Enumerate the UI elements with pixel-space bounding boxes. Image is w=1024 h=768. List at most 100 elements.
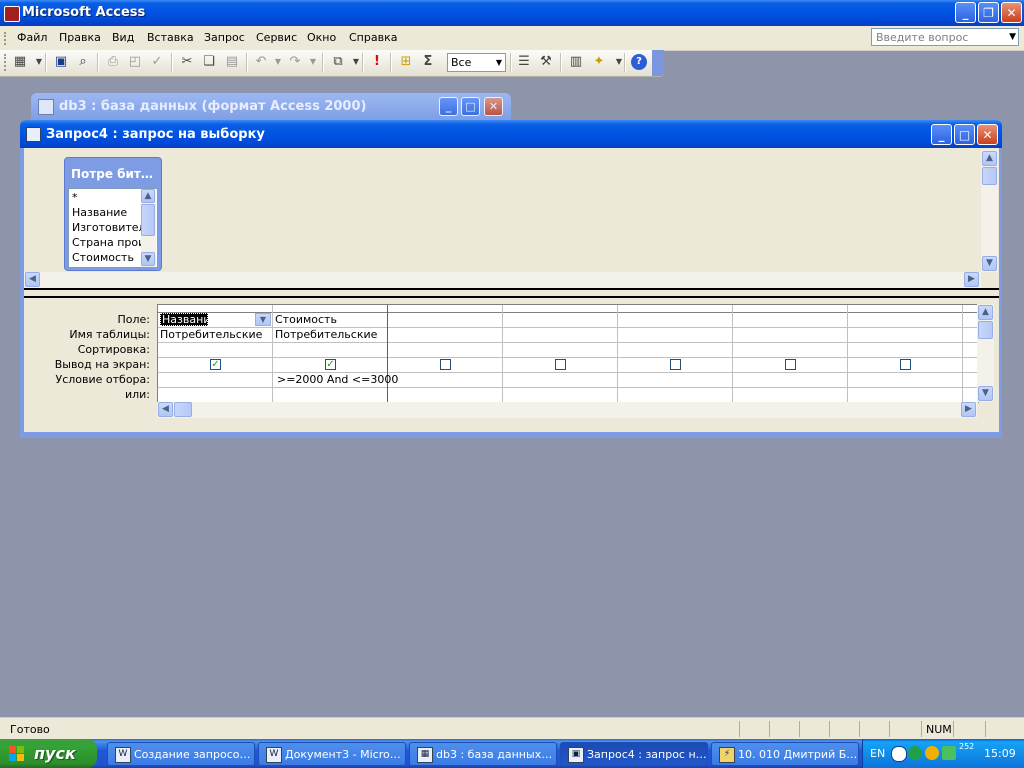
minimize-icon[interactable]: _ [955, 2, 976, 23]
table-pane-vscroll[interactable]: ▲ ▼ [981, 150, 998, 272]
scroll-thumb[interactable] [141, 204, 155, 236]
start-button[interactable]: пуск [0, 739, 97, 768]
scroll-down-icon[interactable]: ▼ [141, 252, 155, 266]
menu-window[interactable]: Окно [307, 31, 336, 44]
close-icon[interactable]: ✕ [977, 124, 998, 145]
scroll-down-icon[interactable]: ▼ [982, 256, 997, 271]
scroll-up-icon[interactable]: ▲ [982, 151, 997, 166]
taskbar-item[interactable]: W Создание запросо… [107, 742, 255, 766]
show-checkbox[interactable] [670, 359, 681, 370]
grid-table-cell[interactable]: Потребительские [275, 328, 377, 341]
chevron-down-icon[interactable]: ▼ [1009, 32, 1016, 42]
maximize-icon[interactable]: □ [954, 124, 975, 145]
taskbar-item[interactable]: ▦ db3 : база данных… [409, 742, 557, 766]
access-app-icon[interactable] [4, 6, 20, 22]
show-checkbox[interactable] [900, 359, 911, 370]
scroll-thumb[interactable] [982, 167, 997, 185]
file-search-icon[interactable]: ⌕ [75, 54, 91, 70]
taskbar-item[interactable]: ⚡ 10. 010 Дмитрий Б… [711, 742, 859, 766]
menu-help[interactable]: Справка [349, 31, 397, 44]
grid-vscroll[interactable]: ▲ ▼ [977, 304, 994, 402]
grid-table-cell[interactable]: Потребительские [160, 328, 262, 341]
pane-splitter[interactable] [24, 288, 999, 298]
cut-icon[interactable]: ✂ [179, 54, 195, 70]
maximize-icon[interactable]: □ [461, 97, 480, 116]
undo-icon[interactable]: ↶ [253, 54, 269, 70]
show-checkbox[interactable] [555, 359, 566, 370]
field-list[interactable]: * Название Изготовител Страна прои: Стои… [68, 188, 158, 268]
scroll-right-icon[interactable]: ▶ [961, 402, 976, 417]
print-preview-icon[interactable]: ◰ [127, 54, 143, 70]
menu-view[interactable]: Вид [112, 31, 134, 44]
language-indicator[interactable]: EN [870, 747, 885, 760]
messenger-icon[interactable] [925, 746, 939, 760]
show-table-icon[interactable]: ⊞ [398, 54, 414, 70]
show-checkbox[interactable] [440, 359, 451, 370]
query-window-title-bar[interactable]: Запрос4 : запрос на выборку _ □ ✕ [20, 120, 1002, 148]
grid-field-cell[interactable]: Название [160, 313, 208, 326]
field-list-item[interactable]: Изготовител [72, 221, 146, 234]
redo-dropdown-icon[interactable]: ▼ [305, 54, 321, 70]
menu-file[interactable]: Файл [17, 31, 47, 44]
scroll-thumb[interactable] [174, 402, 192, 417]
table-pane[interactable] [24, 148, 999, 288]
chevron-down-icon[interactable]: ▼ [255, 313, 271, 326]
scroll-down-icon[interactable]: ▼ [978, 386, 993, 401]
show-checkbox[interactable]: ✓ [210, 359, 221, 370]
totals-icon[interactable]: Σ [420, 54, 436, 70]
paste-icon[interactable]: ▤ [224, 54, 240, 70]
table-pane-hscroll[interactable]: ◀ ▶ [24, 272, 981, 288]
scroll-up-icon[interactable]: ▲ [978, 305, 993, 320]
database-window-icon[interactable]: ▥ [568, 54, 584, 70]
network-icon[interactable] [908, 746, 922, 760]
top-values-combo[interactable]: Все ▼ [447, 53, 506, 72]
spelling-icon[interactable]: ✓ [149, 54, 165, 70]
scroll-left-icon[interactable]: ◀ [158, 402, 173, 417]
help-icon[interactable]: ? [631, 54, 647, 70]
build-icon[interactable]: ⚒ [538, 54, 554, 70]
menu-edit[interactable]: Правка [59, 31, 101, 44]
run-icon[interactable]: ! [369, 54, 385, 70]
scroll-thumb[interactable] [978, 321, 993, 339]
back-arrow-icon[interactable] [891, 746, 907, 762]
undo-dropdown-icon[interactable]: ▼ [270, 54, 286, 70]
show-checkbox[interactable]: ✓ [325, 359, 336, 370]
scroll-up-icon[interactable]: ▲ [141, 189, 155, 203]
menu-tools[interactable]: Сервис [256, 31, 297, 44]
field-list-item[interactable]: Страна прои: [72, 236, 149, 249]
db-window-title-bar[interactable]: db3 : база данных (формат Access 2000) _… [31, 93, 511, 120]
grid-hscroll[interactable]: ◀ ▶ [157, 402, 977, 418]
close-icon[interactable]: ✕ [484, 97, 503, 116]
field-list-item[interactable]: * [72, 191, 78, 204]
minimize-icon[interactable]: _ [439, 97, 458, 116]
save-icon[interactable]: ▣ [53, 54, 69, 70]
ask-question-input[interactable]: Введите вопрос ▼ [871, 28, 1019, 46]
menu-query[interactable]: Запрос [204, 31, 245, 44]
query-design-grid[interactable]: Название ▼ Потребительские ✓ Стоимость П… [157, 304, 979, 403]
grid-field-cell[interactable]: Стоимость [275, 313, 337, 326]
minimize-icon[interactable]: _ [931, 124, 952, 145]
scroll-right-icon[interactable]: ▶ [964, 272, 979, 287]
show-checkbox[interactable] [785, 359, 796, 370]
scroll-left-icon[interactable]: ◀ [25, 272, 40, 287]
field-list-vscroll[interactable]: ▲ ▼ [141, 189, 156, 267]
field-list-item[interactable]: Стоимость [72, 251, 134, 264]
field-list-item[interactable]: Название [72, 206, 127, 219]
query-type-icon[interactable]: ⧉ [330, 54, 346, 70]
menu-insert[interactable]: Вставка [147, 31, 194, 44]
copy-icon[interactable]: ❏ [201, 54, 217, 70]
antivirus-icon[interactable] [942, 746, 956, 760]
view-icon[interactable]: ▦ [12, 54, 28, 70]
taskbar-item[interactable]: W Документ3 - Micro… [258, 742, 406, 766]
close-icon[interactable]: ✕ [1001, 2, 1022, 23]
grid-criteria-cell[interactable]: >=2000 And <=3000 [277, 373, 398, 386]
new-object-icon[interactable]: ✦ [591, 54, 607, 70]
field-list-box[interactable]: Потре бит… * Название Изготовител Страна… [64, 157, 162, 271]
print-icon[interactable]: ⎙ [105, 54, 121, 70]
restore-icon[interactable]: ❐ [978, 2, 999, 23]
properties-icon[interactable]: ☰ [516, 54, 532, 70]
taskbar-item-active[interactable]: ▣ Запрос4 : запрос н… [560, 742, 708, 766]
toolbar-options-icon[interactable] [652, 50, 664, 76]
redo-icon[interactable]: ↷ [287, 54, 303, 70]
chevron-down-icon[interactable]: ▼ [496, 58, 502, 67]
